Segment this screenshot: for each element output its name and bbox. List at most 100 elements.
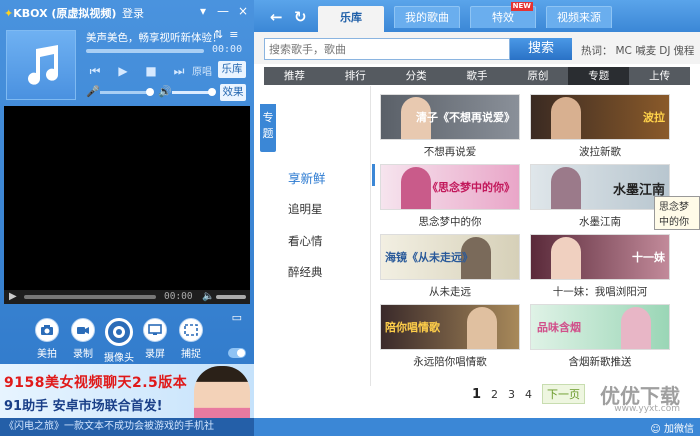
tab-library[interactable]: 乐库 bbox=[318, 6, 384, 32]
login-link[interactable]: 登录 bbox=[122, 5, 144, 21]
screen-record-button[interactable]: 录屏 bbox=[142, 318, 168, 364]
prev-icon[interactable]: ⏮ bbox=[86, 62, 104, 80]
title-bar: ✦KBOX (原虚拟视频) 登录 ▾ — × bbox=[0, 0, 254, 24]
mic-slider-knob[interactable] bbox=[146, 88, 154, 96]
dropdown-icon[interactable]: ▾ bbox=[196, 3, 210, 19]
page-4[interactable]: 4 bbox=[525, 388, 532, 401]
next-page-button[interactable]: 下一页 bbox=[542, 384, 586, 404]
sidebar-item-classic[interactable]: 醉经典 bbox=[280, 264, 370, 280]
video-play-icon[interactable]: ▶ bbox=[9, 291, 17, 302]
video-volume-icon[interactable]: 🔈 bbox=[202, 291, 214, 302]
category-singer[interactable]: 歌手 bbox=[447, 67, 508, 85]
tab-effects[interactable]: 特效 NEW bbox=[470, 2, 536, 28]
new-badge: NEW bbox=[510, 2, 533, 11]
toolbar-toggle[interactable] bbox=[228, 348, 246, 358]
hot-word[interactable]: MC 喊麦 bbox=[616, 45, 657, 57]
record-label: 录制 bbox=[73, 349, 93, 360]
singer-photo bbox=[467, 307, 497, 349]
video-progress[interactable] bbox=[24, 295, 156, 299]
thumb-title: 十一妹 bbox=[632, 251, 665, 264]
music-note-icon bbox=[28, 45, 58, 85]
topic-card[interactable]: 陪你唱情歌 永远陪你唱情歌 bbox=[380, 304, 520, 369]
category-recommend[interactable]: 推荐 bbox=[264, 67, 325, 85]
webcam-button[interactable]: 摄像头 bbox=[104, 318, 134, 364]
topic-card[interactable]: 《思念梦中的你》 思念梦中的你 bbox=[380, 164, 520, 229]
sidebar-divider bbox=[370, 86, 371, 386]
category-upload[interactable]: 上传 bbox=[629, 67, 690, 85]
volume-icon: 🔊 bbox=[158, 85, 172, 98]
hot-word[interactable]: DJ bbox=[659, 45, 670, 57]
mic-slider[interactable] bbox=[100, 91, 150, 94]
shuffle-icon[interactable]: ⇅ bbox=[214, 28, 223, 41]
topic-card[interactable]: 波拉 波拉新歌 bbox=[530, 94, 670, 159]
thumb-title: 波拉 bbox=[643, 111, 665, 124]
capture-label: 捕捉 bbox=[181, 349, 201, 360]
topic-thumb: 陪你唱情歌 bbox=[380, 304, 520, 350]
close-icon[interactable]: × bbox=[236, 3, 250, 19]
volume-slider-knob[interactable] bbox=[208, 88, 216, 96]
topic-thumb: 清子《不想再说爱》 bbox=[380, 94, 520, 140]
singer-photo bbox=[551, 97, 581, 139]
topic-sidebar: 专题 享新鲜 追明星 看心情 醉经典 bbox=[260, 100, 375, 320]
category-original[interactable]: 原创 bbox=[507, 67, 568, 85]
status-bar: ☺ 加微信 bbox=[254, 418, 700, 436]
search-input[interactable] bbox=[264, 38, 510, 60]
play-icon[interactable]: ▶ bbox=[114, 62, 132, 80]
news-ticker[interactable]: 《闪电之旅》一款文本不成功会被游戏的手机社 bbox=[0, 418, 254, 436]
song-progress[interactable] bbox=[86, 49, 204, 53]
topic-thumb: 海镜《从未走远》 bbox=[380, 234, 520, 280]
watermark-url: www.yyxt.com bbox=[614, 404, 680, 414]
camera-icon bbox=[41, 325, 53, 335]
player-panel: ✦KBOX (原虚拟视频) 登录 ▾ — × 美声美色，畅享视听新体验！ ⇅ ≡… bbox=[0, 0, 254, 436]
library-panel: ← ↻ 乐库 我的歌曲 特效NEW 视频来源 搜索 热词：MC 喊麦DJ傀程 推… bbox=[254, 0, 700, 436]
next-icon[interactable]: ⏭ bbox=[170, 62, 188, 80]
category-bar: 推荐 排行 分类 歌手 原创 专题 上传 bbox=[264, 67, 690, 85]
video-area[interactable] bbox=[4, 106, 250, 290]
category-topic[interactable]: 专题 bbox=[568, 67, 630, 85]
screen-icon[interactable]: ▭ bbox=[232, 311, 242, 324]
screen-record-label: 录屏 bbox=[145, 349, 165, 360]
tab-video-source[interactable]: 视频来源 bbox=[546, 6, 612, 28]
wechat-icon: ☺ bbox=[650, 424, 661, 435]
window-controls: ▾ — × bbox=[196, 3, 250, 19]
search-button[interactable]: 搜索 bbox=[510, 38, 572, 60]
sidebar-item-fresh[interactable]: 享新鲜 bbox=[280, 168, 370, 187]
original-vocal-button[interactable]: 原唱 bbox=[192, 63, 212, 78]
minimize-icon[interactable]: — bbox=[216, 3, 230, 19]
topic-card[interactable]: 品味含烟 含烟新歌推送 bbox=[530, 304, 670, 369]
capture-button[interactable]: 捕捉 bbox=[178, 318, 204, 364]
hot-word[interactable]: 傀程 bbox=[673, 45, 694, 57]
video-time: 00:00 bbox=[164, 291, 193, 302]
singer-photo bbox=[551, 167, 581, 209]
category-ranking[interactable]: 排行 bbox=[325, 67, 386, 85]
effect-button[interactable]: 效果 bbox=[220, 84, 246, 101]
beauty-button[interactable]: 美拍 bbox=[34, 318, 60, 364]
video-volume-slider[interactable] bbox=[216, 295, 246, 299]
logo-text: KBOX (原虚拟视频) bbox=[13, 7, 117, 20]
topic-card[interactable]: 十一妹 十一妹：我唱浏阳河 bbox=[530, 234, 670, 299]
library-button[interactable]: 乐库 bbox=[218, 61, 246, 78]
sidebar-item-mood[interactable]: 看心情 bbox=[280, 233, 370, 249]
tab-my-songs[interactable]: 我的歌曲 bbox=[394, 6, 460, 28]
record-button[interactable]: 录制 bbox=[70, 318, 96, 364]
category-classify[interactable]: 分类 bbox=[386, 67, 447, 85]
lyrics-icon[interactable]: ≡ bbox=[229, 28, 238, 41]
wechat-link[interactable]: ☺ 加微信 bbox=[650, 420, 694, 435]
stop-icon[interactable]: ■ bbox=[142, 62, 160, 80]
singer-photo bbox=[621, 307, 651, 349]
ad-line-1: 9158美女视频聊天2.5版本 bbox=[4, 375, 188, 391]
tab-library-label: 乐库 bbox=[340, 11, 362, 24]
page-2[interactable]: 2 bbox=[491, 388, 498, 401]
topic-thumb: 《思念梦中的你》 bbox=[380, 164, 520, 210]
library-top-bar: ← ↻ 乐库 我的歌曲 特效 NEW 视频来源 bbox=[254, 0, 700, 32]
page-3[interactable]: 3 bbox=[508, 388, 515, 401]
song-time: 00:00 bbox=[212, 44, 243, 55]
refresh-icon[interactable]: ↻ bbox=[294, 8, 307, 26]
topic-card[interactable]: 水墨江南 水墨江南 bbox=[530, 164, 670, 229]
topic-card[interactable]: 海镜《从未走远》 从未走远 bbox=[380, 234, 520, 299]
back-arrow-icon[interactable]: ← bbox=[270, 8, 283, 26]
page-1[interactable]: 1 bbox=[472, 387, 481, 402]
sidebar-item-stars[interactable]: 追明星 bbox=[280, 201, 370, 217]
topic-card[interactable]: 清子《不想再说爱》 不想再说爱 bbox=[380, 94, 520, 159]
ad-banner[interactable]: 9158美女视频聊天2.5版本 91助手 安卓市场联合首发! bbox=[0, 364, 254, 418]
